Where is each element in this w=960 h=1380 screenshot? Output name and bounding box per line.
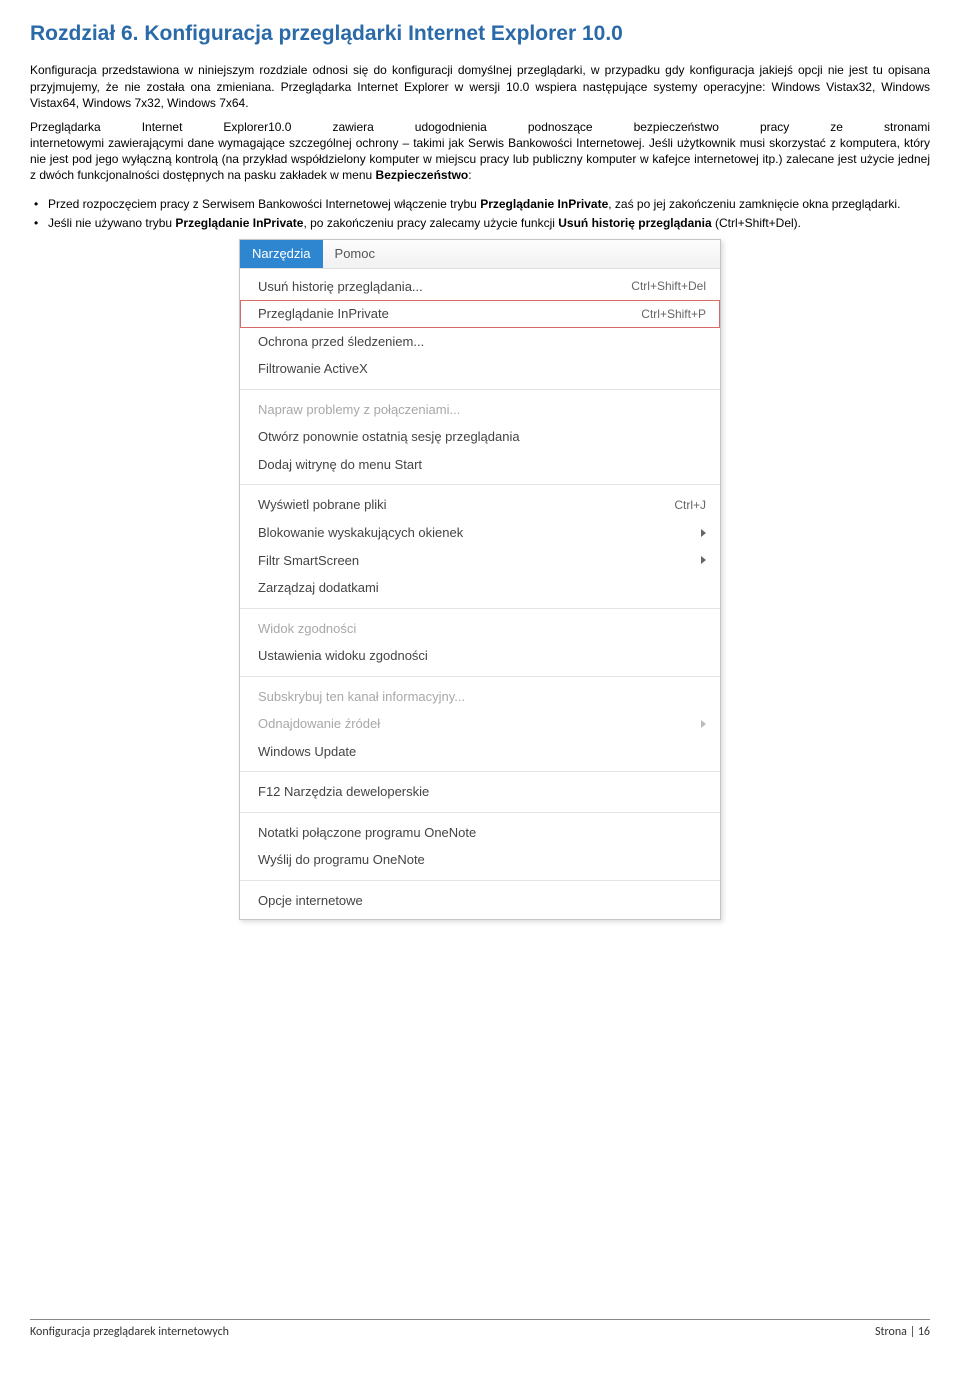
menu-item-label: Ustawienia widoku zgodności — [258, 647, 706, 665]
bullet-1-bold: Przeglądanie InPrivate — [480, 197, 608, 211]
menu-item-label: Odnajdowanie źródeł — [258, 715, 681, 733]
bullet-1-c: , zaś po jej zakończeniu zamknięcie okna… — [608, 197, 900, 211]
menu-separator — [240, 389, 720, 390]
paragraph-2-rest-a: internetowymi zawierającymi dane wymagaj… — [30, 136, 930, 182]
menu-view-downloads[interactable]: Wyświetl pobrane pliki Ctrl+J — [240, 491, 720, 519]
bullet-2-a: Jeśli nie używano trybu — [48, 216, 175, 230]
menu-item-shortcut: Ctrl+Shift+P — [641, 306, 706, 322]
menu-group-1: Usuń historię przeglądania... Ctrl+Shift… — [240, 269, 720, 387]
menu-f12-devtools[interactable]: F12 Narzędzia deweloperskie — [240, 778, 720, 806]
tools-menu-screenshot: Narzędzia Pomoc Usuń historię przeglądan… — [239, 239, 721, 919]
paragraph-1: Konfiguracja przedstawiona w niniejszym … — [30, 62, 930, 111]
menu-activex-filtering[interactable]: Filtrowanie ActiveX — [240, 355, 720, 383]
menu-item-label: Wyślij do programu OneNote — [258, 851, 706, 869]
menu-reopen-session[interactable]: Otwórz ponownie ostatnią sesję przegląda… — [240, 423, 720, 451]
footer-left: Konfiguracja przeglądarek internetowych — [30, 1324, 229, 1340]
bullet-2-c: , po zakończeniu pracy zalecamy użycie f… — [303, 216, 558, 230]
bullet-1-a: Przed rozpoczęciem pracy z Serwisem Bank… — [48, 197, 480, 211]
paragraph-2: Przeglądarka Internet Explorer10.0 zawie… — [30, 119, 930, 184]
menu-delete-history[interactable]: Usuń historię przeglądania... Ctrl+Shift… — [240, 273, 720, 301]
menu-compat-view: Widok zgodności — [240, 615, 720, 643]
menu-item-label: Napraw problemy z połączeniami... — [258, 401, 706, 419]
footer-right: Strona | 16 — [875, 1324, 930, 1340]
menu-separator — [240, 812, 720, 813]
menu-separator — [240, 484, 720, 485]
bullet-2-bold2: Usuń historię przeglądania — [558, 216, 711, 230]
menu-group-6: F12 Narzędzia deweloperskie — [240, 774, 720, 810]
menu-separator — [240, 608, 720, 609]
menu-add-to-start[interactable]: Dodaj witrynę do menu Start — [240, 451, 720, 479]
menubar-tools[interactable]: Narzędzia — [240, 240, 323, 268]
chevron-right-icon — [701, 529, 706, 537]
menu-item-label: Otwórz ponownie ostatnią sesję przegląda… — [258, 428, 706, 446]
menu-group-3: Wyświetl pobrane pliki Ctrl+J Blokowanie… — [240, 487, 720, 605]
menu-item-label: Zarządzaj dodatkami — [258, 579, 706, 597]
menu-send-to-onenote[interactable]: Wyślij do programu OneNote — [240, 846, 720, 874]
chevron-right-icon — [701, 720, 706, 728]
menu-item-label: Widok zgodności — [258, 620, 706, 638]
chapter-heading: Rozdział 6. Konfiguracja przeglądarki In… — [30, 20, 930, 48]
bullet-2: Jeśli nie używano trybu Przeglądanie InP… — [30, 215, 930, 231]
menubar-help[interactable]: Pomoc — [323, 240, 387, 268]
menu-group-8: Opcje internetowe — [240, 883, 720, 919]
menu-bar: Narzędzia Pomoc — [240, 240, 720, 269]
menu-onenote-linked[interactable]: Notatki połączone programu OneNote — [240, 819, 720, 847]
menu-separator — [240, 676, 720, 677]
menu-group-5: Subskrybuj ten kanał informacyjny... Odn… — [240, 679, 720, 770]
menu-item-label: Blokowanie wyskakujących okienek — [258, 524, 681, 542]
menu-item-label: Filtr SmartScreen — [258, 552, 681, 570]
menu-manage-addons[interactable]: Zarządzaj dodatkami — [240, 574, 720, 602]
menu-group-7: Notatki połączone programu OneNote Wyśli… — [240, 815, 720, 878]
bullet-2-bold: Przeglądanie InPrivate — [175, 216, 303, 230]
menu-item-label: Subskrybuj ten kanał informacyjny... — [258, 688, 706, 706]
menu-separator — [240, 880, 720, 881]
menu-smartscreen[interactable]: Filtr SmartScreen — [240, 547, 720, 575]
menu-popup-blocker[interactable]: Blokowanie wyskakujących okienek — [240, 519, 720, 547]
bullet-1: Przed rozpoczęciem pracy z Serwisem Bank… — [30, 196, 930, 212]
page-footer: Konfiguracja przeglądarek internetowych … — [30, 1319, 930, 1340]
menu-feed-discovery: Odnajdowanie źródeł — [240, 710, 720, 738]
menu-tracking-protection[interactable]: Ochrona przed śledzeniem... — [240, 328, 720, 356]
menu-item-label: Notatki połączone programu OneNote — [258, 824, 706, 842]
menu-item-shortcut: Ctrl+J — [674, 497, 706, 513]
menu-item-label: F12 Narzędzia deweloperskie — [258, 783, 706, 801]
menu-fix-connection: Napraw problemy z połączeniami... — [240, 396, 720, 424]
menu-separator — [240, 771, 720, 772]
menu-group-2: Napraw problemy z połączeniami... Otwórz… — [240, 392, 720, 483]
menu-item-label: Wyświetl pobrane pliki — [258, 496, 654, 514]
menu-item-label: Opcje internetowe — [258, 892, 706, 910]
paragraph-2-lead: Przeglądarka Internet Explorer10.0 zawie… — [30, 119, 930, 135]
menu-group-4: Widok zgodności Ustawienia widoku zgodno… — [240, 611, 720, 674]
menu-inprivate[interactable]: Przeglądanie InPrivate Ctrl+Shift+P — [240, 300, 720, 328]
menu-internet-options[interactable]: Opcje internetowe — [240, 887, 720, 915]
menu-compat-settings[interactable]: Ustawienia widoku zgodności — [240, 642, 720, 670]
menu-item-label: Przeglądanie InPrivate — [258, 305, 621, 323]
menu-item-shortcut: Ctrl+Shift+Del — [631, 278, 706, 294]
paragraph-2-rest-c: : — [468, 168, 471, 182]
bullet-list: Przed rozpoczęciem pracy z Serwisem Bank… — [30, 196, 930, 231]
menu-subscribe-feed: Subskrybuj ten kanał informacyjny... — [240, 683, 720, 711]
menu-item-label: Filtrowanie ActiveX — [258, 360, 706, 378]
paragraph-2-bold: Bezpieczeństwo — [376, 168, 469, 182]
menu-item-label: Ochrona przed śledzeniem... — [258, 333, 706, 351]
menu-item-label: Dodaj witrynę do menu Start — [258, 456, 706, 474]
menu-item-label: Windows Update — [258, 743, 706, 761]
chevron-right-icon — [701, 556, 706, 564]
menu-windows-update[interactable]: Windows Update — [240, 738, 720, 766]
bullet-2-e: (Ctrl+Shift+Del). — [712, 216, 801, 230]
menu-item-label: Usuń historię przeglądania... — [258, 278, 611, 296]
